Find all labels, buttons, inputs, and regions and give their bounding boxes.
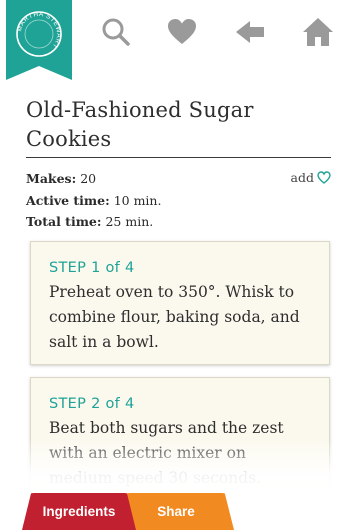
active-time-row: Active time: 10 min. [26,193,161,209]
home-icon[interactable] [302,16,334,48]
recipe-title: Old-Fashioned Sugar Cookies [26,98,254,151]
back-arrow-icon[interactable] [234,16,266,48]
step-card: STEP 1 of 4 Preheat oven to 350°. Whisk … [30,241,330,365]
heart-icon[interactable] [166,16,198,48]
search-icon[interactable] [100,16,132,48]
total-time-label: Total time: [26,214,102,229]
ingredients-tab-label: Ingredients [42,504,116,519]
total-time-value: 25 min. [105,214,154,229]
step-label: STEP 1 of 4 [49,260,135,276]
makes-row: Makes: 20 [26,171,96,187]
heart-outline-icon [317,171,331,184]
makes-value: 20 [80,171,97,186]
step-label: STEP 2 of 4 [49,396,135,412]
active-time-label: Active time: [26,193,110,208]
share-tab[interactable]: Share [118,493,234,530]
ingredients-tab[interactable]: Ingredients [22,493,136,530]
add-favorite-button[interactable]: add [291,170,331,185]
share-tab-label: Share [157,504,195,519]
title-divider [26,157,331,158]
step-text: Preheat oven to 350°. Whisk to combine f… [49,283,300,351]
top-bar: MARTHA STEWART [0,0,353,80]
total-time-row: Total time: 25 min. [26,214,153,230]
makes-label: Makes: [26,171,77,186]
add-label: add [290,170,314,185]
active-time-value: 10 min. [113,193,162,208]
martha-stewart-logo[interactable]: MARTHA STEWART [6,0,72,80]
